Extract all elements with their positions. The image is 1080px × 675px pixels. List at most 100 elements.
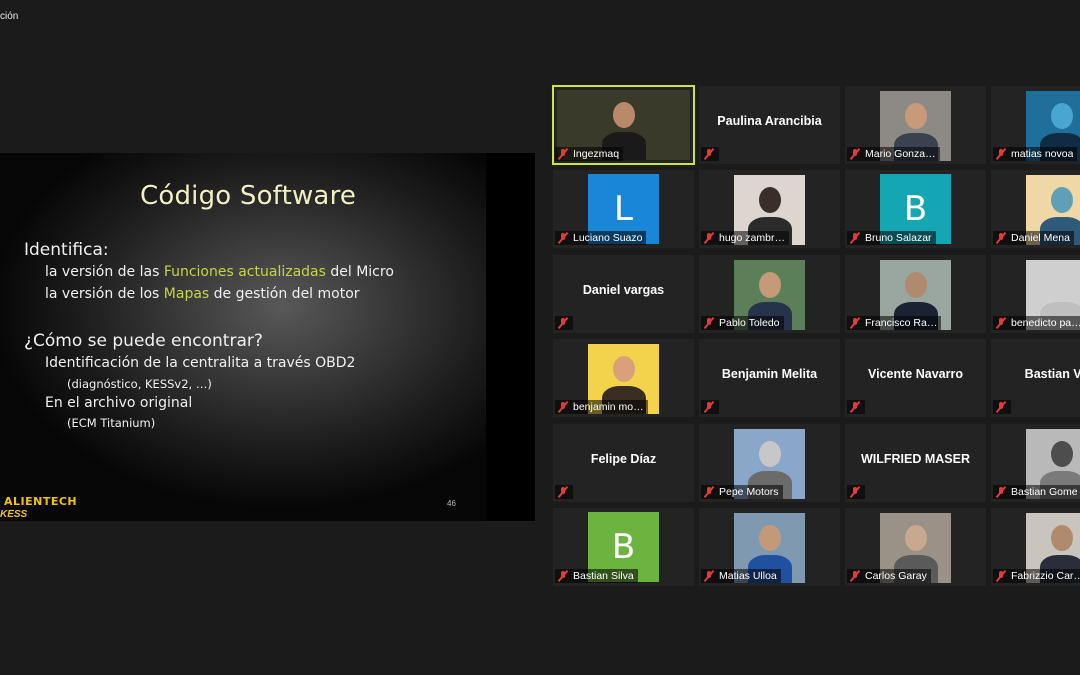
participant-name-large: Daniel vargas	[582, 283, 665, 297]
mic-muted-icon	[703, 232, 715, 244]
participant-name-label: Carlos Garay	[865, 570, 927, 582]
participant-footer: matias novoa	[993, 147, 1078, 161]
participant-footer	[555, 485, 573, 499]
participant-footer: Ingezmaq	[555, 147, 624, 161]
participant-footer: Matias Ulloa	[701, 569, 781, 583]
participant-footer	[847, 400, 865, 414]
participant-tile[interactable]: Benjamin Melita	[699, 339, 840, 417]
slide-sub-1: Identificación de la centralita a través…	[45, 355, 356, 371]
person-head	[904, 525, 927, 551]
participant-name-large: Felipe Díaz	[590, 452, 657, 466]
mic-muted-icon	[995, 232, 1007, 244]
participant-name-label: Francisco Ra…	[865, 317, 938, 329]
slide-page-number: 46	[447, 499, 456, 508]
participant-footer: Pablo Toledo	[701, 316, 784, 330]
mic-muted-icon	[557, 148, 569, 160]
participant-name-label: matias novoa	[1011, 148, 1074, 160]
participant-footer	[555, 316, 573, 330]
participant-tile[interactable]: Ingezmaq	[552, 85, 695, 165]
participant-name-label: Luciano Suazo	[573, 232, 643, 244]
mic-muted-icon	[703, 148, 715, 160]
alientech-logo: ALIENTECH	[4, 495, 78, 508]
participant-tile[interactable]: Daniel vargas	[553, 255, 694, 333]
mic-muted-icon	[703, 570, 715, 582]
participant-tile[interactable]: Matias Ulloa	[699, 508, 840, 586]
mic-muted-icon	[995, 486, 1007, 498]
participant-tile[interactable]: Bastian Vale	[991, 339, 1080, 417]
participant-footer: hugo zambr…	[701, 231, 789, 245]
mic-muted-icon	[849, 401, 861, 413]
person-head	[1050, 525, 1073, 551]
participant-tile[interactable]: Carlos Garay	[845, 508, 986, 586]
person-head	[904, 272, 927, 298]
participant-name-large: Paulina Arancibia	[717, 114, 822, 128]
participant-name-large: Bastian Vale	[1024, 367, 1080, 381]
participant-tile[interactable]: Francisco Ra…	[845, 255, 986, 333]
participant-footer: benjamin mo…	[555, 400, 648, 414]
participant-footer: Daniel Mena	[993, 231, 1074, 245]
participant-name-label: Daniel Mena	[1011, 232, 1070, 244]
mic-muted-icon	[557, 317, 569, 329]
participant-name-label: Bruno Salazar	[865, 232, 932, 244]
participant-footer: Fabrizzio Car…	[993, 569, 1080, 583]
participant-tile[interactable]: B Bastian Silva	[553, 508, 694, 586]
participant-tile[interactable]: Vicente Navarro	[845, 339, 986, 417]
mic-muted-icon	[849, 148, 861, 160]
participant-name-label: Pablo Toledo	[719, 317, 780, 329]
mic-muted-icon	[557, 232, 569, 244]
slide-sub-2: En el archivo original	[45, 395, 193, 411]
slide-line-2: la versión de los Mapas de gestión del m…	[45, 286, 360, 302]
participant-name-large: Vicente Navarro	[868, 367, 963, 381]
slide-heading-identifica: Identifica:	[24, 240, 109, 260]
participant-tile[interactable]: Fabrizzio Car…	[991, 508, 1080, 586]
participant-tile[interactable]: Daniel Mena	[991, 170, 1080, 248]
person-head	[612, 356, 635, 382]
mic-muted-icon	[703, 486, 715, 498]
participant-tile[interactable]: matias novoa	[991, 86, 1080, 164]
participant-footer: benedicto pa…	[993, 316, 1080, 330]
shared-screen[interactable]: Código Software Identifica: la versión d…	[0, 153, 535, 521]
slide-sub-1-detail: (diagnóstico, KESSv2, …)	[67, 377, 212, 391]
mic-muted-icon	[557, 570, 569, 582]
mic-muted-icon	[995, 401, 1007, 413]
participant-footer: Mario Gonza…	[847, 147, 940, 161]
mic-muted-icon	[703, 401, 715, 413]
slide-line-1: la versión de las Funciones actualizadas…	[45, 264, 394, 280]
participant-tile[interactable]: Paulina Arancibia	[699, 86, 840, 164]
participant-footer	[701, 400, 719, 414]
mic-muted-icon	[849, 232, 861, 244]
participant-name-label: Bastian Silva	[573, 570, 634, 582]
participant-footer: Carlos Garay	[847, 569, 931, 583]
participant-footer	[847, 485, 865, 499]
participant-name-label: Bastian Gome	[1011, 486, 1078, 498]
participant-name-large: Benjamin Melita	[721, 367, 818, 381]
participant-tile[interactable]: Bastian Gome	[991, 424, 1080, 502]
person-head	[1050, 103, 1073, 129]
mic-muted-icon	[995, 570, 1007, 582]
top-bar: ción	[0, 0, 1080, 34]
participant-footer: Francisco Ra…	[847, 316, 942, 330]
participant-tile[interactable]: Pablo Toledo	[699, 255, 840, 333]
participant-tile[interactable]: hugo zambr…	[699, 170, 840, 248]
participant-tile[interactable]: Felipe Díaz	[553, 424, 694, 502]
participant-tile[interactable]: L Luciano Suazo	[553, 170, 694, 248]
slide-sub-2-detail: (ECM Titanium)	[67, 416, 156, 430]
person-head	[612, 102, 635, 128]
participant-tile[interactable]: WILFRIED MASER	[845, 424, 986, 502]
person-head	[904, 103, 927, 129]
mic-muted-icon	[557, 486, 569, 498]
participant-name-label: benedicto pa…	[1011, 317, 1080, 329]
participant-tile[interactable]: Pepe Motors	[699, 424, 840, 502]
participant-footer: Luciano Suazo	[555, 231, 647, 245]
mic-muted-icon	[557, 401, 569, 413]
participant-tile[interactable]: Mario Gonza…	[845, 86, 986, 164]
participant-name-label: Ingezmaq	[573, 148, 620, 160]
participant-tile[interactable]: B Bruno Salazar	[845, 170, 986, 248]
kess-logo: KESS	[0, 509, 28, 520]
participant-name-label: Fabrizzio Car…	[1011, 570, 1080, 582]
participant-name-large: WILFRIED MASER	[860, 452, 971, 466]
participant-tile[interactable]: benjamin mo…	[553, 339, 694, 417]
participant-footer: Bruno Salazar	[847, 231, 936, 245]
participant-tile[interactable]: benedicto pa…	[991, 255, 1080, 333]
person-head	[758, 525, 781, 551]
